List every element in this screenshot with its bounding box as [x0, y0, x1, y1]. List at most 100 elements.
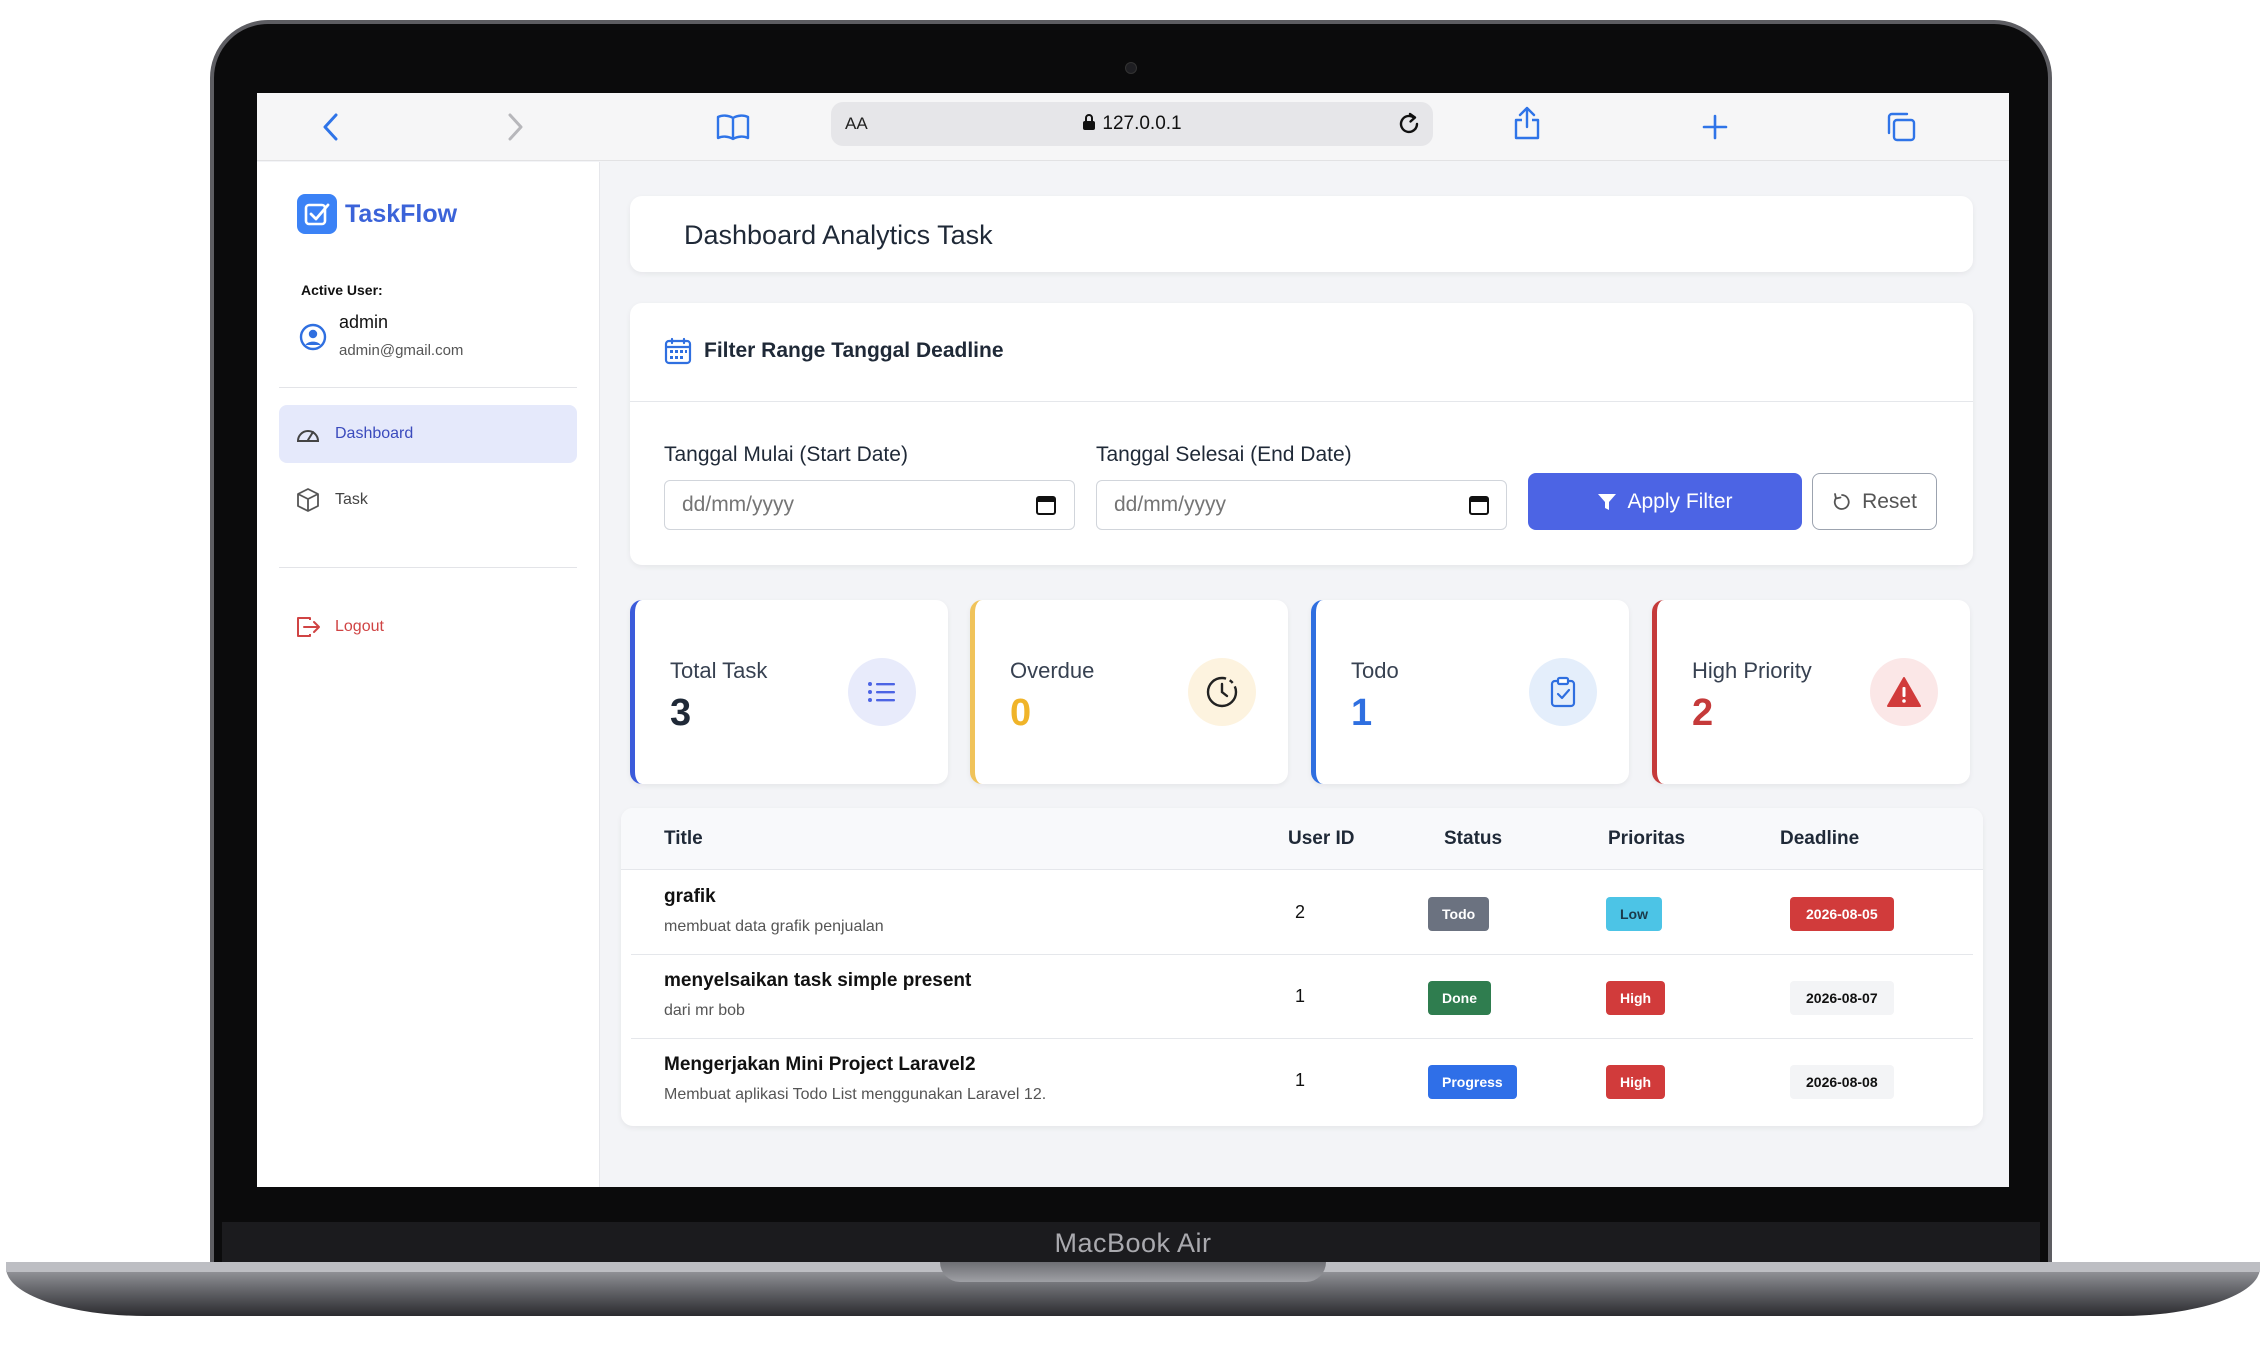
apply-filter-button[interactable]: Apply Filter — [1528, 473, 1802, 530]
task-user-id: 2 — [1295, 902, 1306, 922]
user-email: admin@gmail.com — [339, 342, 464, 359]
stat-card-todo: Todo 1 — [1311, 600, 1629, 784]
lock-icon — [1083, 114, 1096, 130]
task-title: grafik — [664, 886, 716, 907]
tabs-icon — [1887, 112, 1916, 142]
sidebar-divider — [279, 387, 577, 388]
stat-label: Overdue — [1010, 658, 1095, 683]
new-tab-button[interactable] — [1697, 109, 1733, 145]
filter-heading-text: Filter Range Tanggal Deadline — [704, 339, 1004, 362]
task-title: Mengerjakan Mini Project Laravel2 — [664, 1054, 976, 1075]
table-row[interactable]: menyelsaikan task simple present dari mr… — [631, 955, 1973, 1039]
chevron-left-icon — [323, 113, 338, 141]
status-badge: Progress — [1428, 1065, 1517, 1099]
sidebar-item-label: Task — [335, 491, 368, 508]
list-icon — [848, 658, 916, 726]
box-icon — [295, 487, 321, 513]
sidebar-divider — [279, 567, 577, 568]
stat-label: Todo — [1351, 658, 1399, 683]
device-brand: MacBook Air — [1054, 1228, 1212, 1258]
calendar-icon — [664, 337, 692, 365]
start-date-input[interactable] — [664, 480, 1075, 530]
camera — [1125, 62, 1137, 74]
reset-label: Reset — [1862, 489, 1917, 513]
deadline-badge: 2026-08-05 — [1790, 897, 1894, 931]
stat-label: Total Task — [670, 658, 768, 683]
reload-icon — [1399, 112, 1419, 134]
reset-button[interactable]: Reset — [1812, 473, 1937, 530]
app-name: TaskFlow — [345, 199, 458, 228]
stat-card-high-priority: High Priority 2 — [1652, 600, 1970, 784]
filter-card: Filter Range Tanggal Deadline Tanggal Mu… — [630, 303, 1973, 565]
bookmarks-button[interactable] — [715, 109, 751, 145]
funnel-icon — [1598, 493, 1617, 510]
stat-value: 1 — [1351, 692, 1373, 734]
tabs-overview-button[interactable] — [1883, 109, 1919, 145]
status-badge: Done — [1428, 981, 1491, 1015]
stat-card-total-task: Total Task 3 — [630, 600, 948, 784]
sidebar-item-label: Dashboard — [335, 425, 414, 442]
stat-value: 0 — [1010, 692, 1032, 734]
column-header-deadline: Deadline — [1780, 828, 1860, 849]
reload-button[interactable] — [1395, 110, 1423, 143]
screen: AA 127.0.0.1 TaskFlow Active User: admin… — [257, 93, 2009, 1187]
logo-badge — [297, 194, 337, 234]
calendar-picker-icon[interactable] — [1035, 494, 1057, 516]
share-button[interactable] — [1509, 105, 1545, 141]
sidebar-item-dashboard[interactable]: Dashboard — [279, 405, 577, 463]
end-date-input[interactable] — [1096, 480, 1507, 530]
clipboard-check-icon — [1529, 658, 1597, 726]
deadline-badge: 2026-08-08 — [1790, 1065, 1894, 1099]
table-row[interactable]: grafik membuat data grafik penjualan 2 T… — [631, 871, 1973, 955]
priority-badge: High — [1606, 981, 1666, 1015]
stat-value: 2 — [1692, 692, 1714, 734]
back-button[interactable] — [313, 109, 349, 145]
task-user-id: 1 — [1295, 1070, 1306, 1090]
share-icon — [1514, 106, 1540, 140]
column-header-title: Title — [664, 828, 703, 849]
task-table: Title User ID Status Prioritas Deadline … — [621, 808, 1983, 1126]
address-bar[interactable]: AA 127.0.0.1 — [831, 102, 1433, 146]
reset-icon — [1833, 492, 1850, 510]
browser-toolbar: AA 127.0.0.1 — [257, 93, 2009, 161]
task-user-id: 1 — [1295, 986, 1306, 1006]
page-header-card: Dashboard Analytics Task — [630, 196, 1973, 272]
filter-heading: Filter Range Tanggal Deadline — [664, 337, 1004, 365]
url-value: 127.0.0.1 — [1102, 113, 1182, 134]
speedometer-icon — [295, 421, 321, 447]
url-text: 127.0.0.1 — [831, 113, 1433, 135]
priority-badge: High — [1606, 1065, 1666, 1099]
table-header: Title User ID Status Prioritas Deadline — [621, 808, 1983, 870]
column-header-prioritas: Prioritas — [1608, 828, 1686, 849]
stat-card-overdue: Overdue 0 — [970, 600, 1288, 784]
check-square-icon — [304, 203, 330, 226]
calendar-picker-icon[interactable] — [1468, 494, 1490, 516]
sidebar-item-task[interactable]: Task — [279, 471, 577, 529]
forward-button[interactable] — [497, 109, 533, 145]
logout-icon — [295, 614, 321, 640]
column-header-user-id: User ID — [1288, 828, 1355, 849]
start-date-label: Tanggal Mulai (Start Date) — [664, 443, 908, 466]
task-description: Membuat aplikasi Todo List menggunakan L… — [664, 1086, 1047, 1103]
clock-icon — [1188, 658, 1256, 726]
sidebar-item-label: Logout — [335, 618, 384, 635]
deadline-badge: 2026-08-07 — [1790, 981, 1894, 1015]
sidebar: TaskFlow Active User: admin admin@gmail.… — [257, 162, 600, 1187]
user-circle-icon — [299, 323, 327, 356]
table-row[interactable]: Mengerjakan Mini Project Laravel2 Membua… — [631, 1039, 1973, 1123]
laptop-notch — [940, 1262, 1326, 1282]
app-logo[interactable]: TaskFlow — [297, 194, 457, 234]
stat-label: High Priority — [1692, 658, 1812, 683]
active-user-label: Active User: — [301, 282, 383, 298]
page-title: Dashboard Analytics Task — [684, 220, 993, 250]
chevron-right-icon — [508, 113, 523, 141]
plus-icon — [1702, 114, 1728, 140]
apply-filter-label: Apply Filter — [1627, 489, 1733, 513]
warning-triangle-icon — [1870, 658, 1938, 726]
book-icon — [716, 114, 750, 141]
task-description: dari mr bob — [664, 1002, 745, 1019]
task-title: menyelsaikan task simple present — [664, 970, 972, 991]
stat-value: 3 — [670, 692, 692, 734]
sidebar-item-logout[interactable]: Logout — [279, 598, 577, 656]
filter-divider — [630, 401, 1973, 402]
